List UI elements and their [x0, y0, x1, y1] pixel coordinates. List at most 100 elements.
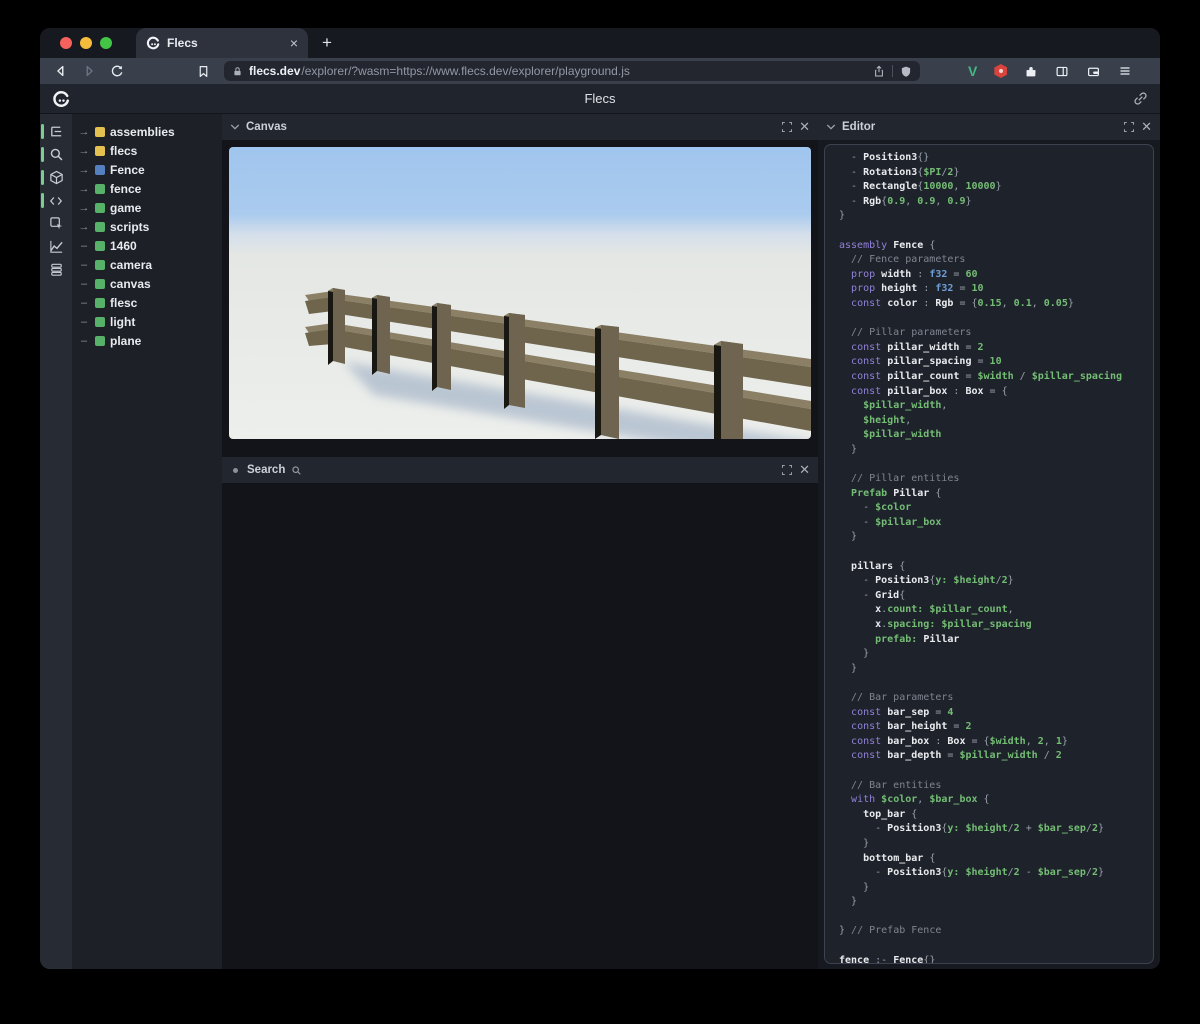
expand-arrow-icon[interactable]: → — [78, 126, 90, 138]
vue-devtools-icon[interactable]: V — [968, 63, 977, 79]
code-line: } // Prefab Fence — [839, 924, 1153, 939]
chevron-down-icon[interactable] — [826, 123, 836, 131]
close-window-button[interactable] — [60, 37, 72, 49]
code-line: } — [839, 530, 1153, 545]
entity-color-swatch — [95, 317, 105, 327]
tree-item-flesc[interactable]: –flesc — [72, 293, 222, 312]
code-line: } — [839, 209, 1153, 224]
new-tab-button[interactable]: + — [322, 33, 332, 53]
tree-item-canvas[interactable]: –canvas — [72, 274, 222, 293]
code-line: with $color, $bar_box { — [839, 793, 1153, 808]
leaf-dash-icon: – — [78, 316, 90, 328]
brave-shield-icon[interactable] — [900, 65, 912, 78]
code-line — [839, 764, 1153, 779]
bookmark-icon[interactable] — [192, 65, 214, 78]
canvas-panel-header: Canvas ✕ — [222, 114, 818, 140]
app-header: Flecs — [40, 84, 1160, 114]
expand-arrow-icon[interactable]: → — [78, 145, 90, 157]
tree-item-light[interactable]: –light — [72, 312, 222, 331]
code-line — [839, 910, 1153, 925]
tree-item-flecs[interactable]: → flecs — [72, 141, 222, 160]
share-link-icon[interactable] — [1133, 91, 1148, 106]
entity-label: canvas — [110, 277, 151, 291]
entity-color-swatch — [95, 279, 105, 289]
extension-hex-icon[interactable] — [994, 64, 1007, 78]
expand-arrow-icon[interactable]: → — [78, 164, 90, 176]
code-line — [839, 545, 1153, 560]
menu-hamburger-icon[interactable] — [1118, 65, 1132, 77]
tree-item-Fence[interactable]: → Fence — [72, 160, 222, 179]
code-line: Prefab Pillar { — [839, 487, 1153, 502]
tables-stack-icon[interactable] — [40, 258, 72, 281]
back-button[interactable] — [50, 64, 72, 78]
tree-item-1460[interactable]: –1460 — [72, 236, 222, 255]
code-line: - Position3{} — [839, 151, 1153, 166]
code-line: x.count: $pillar_count, — [839, 603, 1153, 618]
code-line: prop width : f32 = 60 — [839, 268, 1153, 283]
entity-label: 1460 — [110, 239, 137, 253]
entity-color-swatch — [95, 336, 105, 346]
close-panel-icon[interactable]: ✕ — [1141, 119, 1152, 135]
code-line — [839, 457, 1153, 472]
code-line: const bar_depth = $pillar_width / 2 — [839, 749, 1153, 764]
entity-tree-icon[interactable] — [40, 120, 72, 143]
tab-close-icon[interactable]: × — [290, 35, 298, 51]
code-line — [839, 224, 1153, 239]
tab-strip: Flecs × + — [40, 28, 1160, 58]
capture-cursor-icon[interactable] — [40, 212, 72, 235]
extensions-puzzle-icon[interactable] — [1024, 64, 1038, 78]
close-panel-icon[interactable]: ✕ — [799, 462, 810, 478]
code-line: } — [839, 662, 1153, 677]
code-line: const bar_sep = 4 — [839, 706, 1153, 721]
tree-item-camera[interactable]: –camera — [72, 255, 222, 274]
chevron-down-icon[interactable] — [230, 123, 240, 131]
wallet-icon[interactable] — [1086, 65, 1101, 78]
canvas-column: Canvas ✕ — [222, 114, 818, 969]
minimize-window-button[interactable] — [80, 37, 92, 49]
script-editor-icon[interactable] — [40, 189, 72, 212]
inspector-cube-icon[interactable] — [40, 166, 72, 189]
tree-item-fence[interactable]: → fence — [72, 179, 222, 198]
tab-flecs[interactable]: Flecs × — [136, 28, 308, 58]
code-editor[interactable]: - Position3{} - Rotation3{$PI/2} - Recta… — [824, 144, 1154, 964]
entity-tree-panel: →assemblies→flecs→Fence→fence→game→scrip… — [72, 114, 222, 969]
left-icon-rail — [40, 114, 72, 969]
code-line: - Grid{ — [839, 589, 1153, 604]
code-line: const pillar_count = $width / $pillar_sp… — [839, 370, 1153, 385]
expand-arrow-icon[interactable]: → — [78, 183, 90, 195]
expand-arrow-icon[interactable]: → — [78, 202, 90, 214]
expand-arrow-icon[interactable]: → — [78, 221, 90, 233]
leaf-dash-icon: – — [78, 335, 90, 347]
fullscreen-icon[interactable] — [781, 121, 793, 133]
reload-button[interactable] — [106, 64, 128, 78]
entity-color-swatch — [95, 184, 105, 194]
tree-item-game[interactable]: →game — [72, 198, 222, 217]
entity-color-swatch — [95, 260, 105, 270]
code-line: $height, — [839, 414, 1153, 429]
tree-item-assemblies[interactable]: →assemblies — [72, 122, 222, 141]
share-icon[interactable] — [873, 65, 885, 78]
search-icon[interactable] — [40, 143, 72, 166]
fullscreen-icon[interactable] — [781, 464, 793, 476]
fullscreen-icon[interactable] — [1123, 121, 1135, 133]
entity-label: flecs — [110, 144, 137, 158]
url-bar[interactable]: flecs.dev /explorer/?wasm=https://www.fl… — [224, 61, 920, 81]
forward-button[interactable] — [78, 64, 100, 78]
collapsed-dot-icon[interactable] — [233, 468, 238, 473]
code-line: bottom_bar { — [839, 852, 1153, 867]
close-panel-icon[interactable]: ✕ — [799, 119, 810, 135]
statistics-chart-icon[interactable] — [40, 235, 72, 258]
url-path: /explorer/?wasm=https://www.flecs.dev/ex… — [301, 64, 867, 78]
zoom-window-button[interactable] — [100, 37, 112, 49]
code-content: - Position3{} - Rotation3{$PI/2} - Recta… — [839, 151, 1153, 964]
tree-item-plane[interactable]: –plane — [72, 331, 222, 350]
3d-viewport[interactable] — [229, 147, 811, 439]
code-line: x.spacing: $pillar_spacing — [839, 618, 1153, 633]
search-panel-header: Search ✕ — [222, 457, 818, 483]
entity-label: fence — [110, 182, 141, 196]
entity-label: Fence — [110, 163, 145, 177]
sidebar-toggle-icon[interactable] — [1055, 65, 1069, 78]
entity-color-swatch — [95, 241, 105, 251]
tree-item-scripts[interactable]: →scripts — [72, 217, 222, 236]
leaf-dash-icon: – — [78, 259, 90, 271]
